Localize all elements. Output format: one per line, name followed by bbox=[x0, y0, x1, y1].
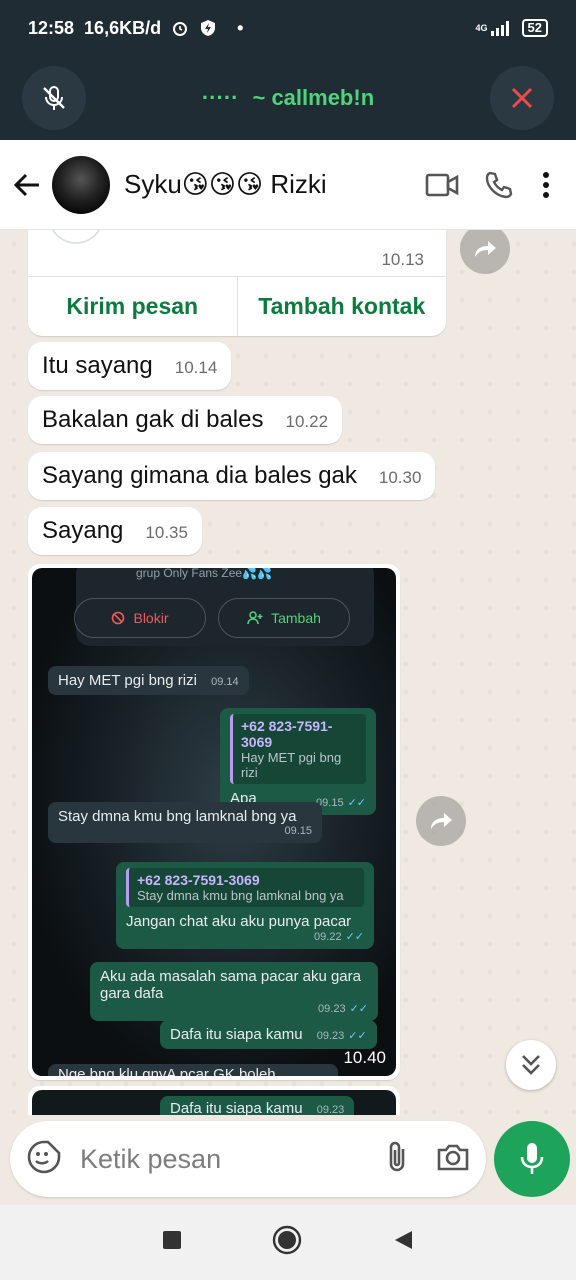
card-time: 10.13 bbox=[381, 250, 424, 269]
message-input[interactable]: Ketik pesan bbox=[80, 1144, 384, 1175]
read-ticks-icon: ✓✓ bbox=[347, 797, 366, 809]
more-options-icon[interactable] bbox=[526, 171, 566, 199]
screenshot-msg-in: Hay MET pgi bng rizi 09.14 bbox=[48, 666, 249, 695]
add-contact-button[interactable]: Tambah kontak bbox=[238, 277, 447, 336]
message-time: 10.35 bbox=[145, 523, 188, 542]
screenshot-msg-out: +62 823-7591-3069 Hay MET pgi bng rizi A… bbox=[220, 708, 376, 815]
avatar[interactable] bbox=[52, 155, 110, 214]
forward-icon bbox=[431, 813, 452, 829]
ongoing-call-banner[interactable]: ····· ~ callmeb!n bbox=[0, 56, 576, 140]
message-bubble[interactable]: Sayang 10.35 bbox=[28, 507, 202, 555]
read-ticks-icon: ✓✓ bbox=[348, 1030, 367, 1042]
screenshot-quote: +62 823-7591-3069 Hay MET pgi bng rizi bbox=[230, 714, 366, 784]
message-time: 10.30 bbox=[378, 468, 422, 487]
attach-icon[interactable] bbox=[384, 1140, 410, 1179]
contact-card: 10.13 Kirim pesan Tambah kontak bbox=[28, 230, 446, 336]
block-icon bbox=[112, 611, 125, 625]
voice-record-button[interactable] bbox=[494, 1121, 570, 1197]
message-bubble[interactable]: Itu sayang 10.14 bbox=[28, 342, 232, 390]
alarm-icon bbox=[171, 19, 189, 37]
message-text: Itu sayang bbox=[42, 352, 153, 379]
system-nav-bar bbox=[0, 1205, 576, 1280]
camera-icon[interactable] bbox=[436, 1142, 470, 1177]
screenshot-block-pill: Blokir bbox=[74, 598, 206, 638]
chat-header: Syku😘😘😘 Rizki bbox=[0, 140, 576, 230]
image-message[interactable]: grup Only Fans Zee💦💦 Blokir Tambah Hay M… bbox=[28, 564, 400, 1080]
video-call-icon[interactable] bbox=[414, 172, 470, 198]
screenshot-msg-in-cut: Nge bng klu gnyA pcar GK boleh bbox=[48, 1064, 338, 1076]
read-ticks-icon: ✓✓ bbox=[345, 931, 364, 943]
home-icon[interactable] bbox=[272, 1225, 302, 1260]
contact-card-actions: Kirim pesan Tambah kontak bbox=[28, 276, 446, 336]
screenshot-msg-out: Dafa itu siapa kamu 09.23 ✓✓ bbox=[160, 1020, 377, 1049]
screenshot-group-text: grup Only Fans Zee💦💦 bbox=[136, 568, 272, 580]
status-time: 12:58 bbox=[28, 17, 75, 38]
message-text: Sayang gimana dia bales gak bbox=[42, 462, 357, 489]
message-input-box[interactable]: Ketik pesan bbox=[10, 1121, 486, 1197]
recents-icon[interactable] bbox=[162, 1230, 182, 1255]
screenshot-add-pill: Tambah bbox=[218, 598, 350, 638]
chat-screenshot-image[interactable]: Dafa itu siapa kamu 09.23 bbox=[32, 1090, 396, 1115]
image-time: 10.40 bbox=[343, 1048, 386, 1067]
message-time: 10.22 bbox=[285, 412, 329, 431]
end-call-button[interactable] bbox=[489, 66, 554, 130]
read-ticks-icon: ✓✓ bbox=[349, 1003, 368, 1015]
battery-icon: 52 bbox=[521, 19, 548, 37]
screenshot-msg-out: Dafa itu siapa kamu 09.23 bbox=[160, 1096, 355, 1115]
double-chevron-down-icon bbox=[522, 1055, 540, 1075]
add-person-icon bbox=[247, 611, 263, 625]
call-dots: ····· bbox=[201, 85, 239, 110]
status-bar: 12:58 16,6KB/d • 4G 52 bbox=[0, 0, 576, 56]
message-composer: Ketik pesan bbox=[0, 1115, 576, 1205]
chat-screenshot-image[interactable]: grup Only Fans Zee💦💦 Blokir Tambah Hay M… bbox=[32, 568, 396, 1076]
chat-area[interactable]: 10.13 Kirim pesan Tambah kontak Itu saya… bbox=[0, 230, 576, 1115]
phone-icon[interactable] bbox=[470, 170, 526, 200]
forward-icon bbox=[475, 241, 496, 257]
mic-off-icon bbox=[43, 86, 65, 110]
message-bubble[interactable]: Sayang gimana dia bales gak 10.30 bbox=[28, 452, 436, 500]
message-text: Sayang bbox=[42, 517, 124, 544]
call-title[interactable]: ····· ~ callmeb!n bbox=[202, 85, 374, 111]
call-name: ~ callmeb!n bbox=[252, 85, 375, 110]
close-icon bbox=[511, 87, 533, 109]
mute-mic-button[interactable] bbox=[22, 66, 86, 130]
back-icon[interactable] bbox=[392, 1229, 414, 1256]
status-speed: 16,6KB/d bbox=[84, 17, 162, 38]
screenshot-msg-out: Aku ada masalah sama pacar aku gara gara… bbox=[90, 962, 378, 1021]
screenshot-msg-out: +62 823-7591-3069 Stay dmna kmu bng lamk… bbox=[116, 862, 374, 949]
status-dot: • bbox=[237, 17, 244, 38]
shield-icon bbox=[199, 19, 217, 37]
contact-name[interactable]: Syku😘😘😘 Rizki bbox=[124, 169, 414, 200]
screenshot-quote: +62 823-7591-3069 Stay dmna kmu bng lamk… bbox=[126, 868, 364, 907]
image-message[interactable]: Dafa itu siapa kamu 09.23 bbox=[28, 1086, 400, 1115]
signal-icon: 4G bbox=[476, 20, 512, 36]
message-bubble[interactable]: Bakalan gak di bales 10.22 bbox=[28, 396, 343, 444]
send-message-button[interactable]: Kirim pesan bbox=[28, 277, 238, 336]
message-time: 10.14 bbox=[174, 358, 218, 377]
contact-card-avatar-outline bbox=[48, 230, 104, 244]
forward-button[interactable] bbox=[460, 230, 510, 274]
forward-button[interactable] bbox=[416, 796, 466, 846]
back-arrow-icon[interactable] bbox=[10, 170, 44, 200]
mic-icon bbox=[520, 1143, 544, 1174]
message-text: Bakalan gak di bales bbox=[42, 406, 264, 433]
screenshot-msg-in: Stay dmna kmu bng lamknal bng ya 09.15 bbox=[48, 802, 322, 843]
emoji-sticker-icon[interactable] bbox=[26, 1139, 62, 1180]
scroll-to-bottom-button[interactable] bbox=[506, 1040, 556, 1090]
